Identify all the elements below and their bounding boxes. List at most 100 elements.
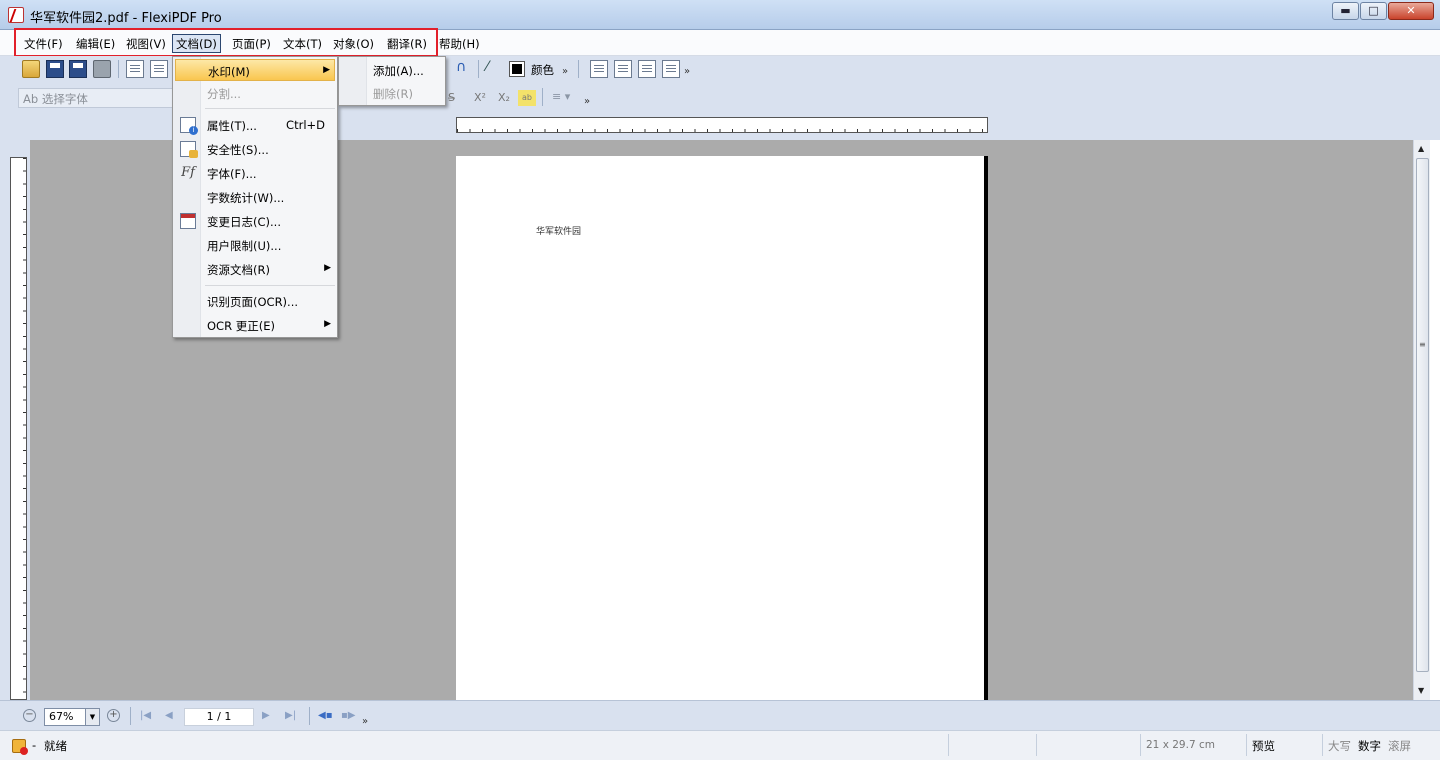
horizontal-ruler <box>456 117 988 133</box>
menu-item-add-watermark[interactable]: 添加(A)... <box>341 59 443 81</box>
previous-page-icon[interactable]: ◀ <box>165 710 173 721</box>
menu-separator <box>205 108 335 109</box>
scroll-down-icon[interactable]: ▼ <box>1418 686 1424 695</box>
menu-page[interactable]: 页面(P) <box>228 34 275 53</box>
menu-item-resource-documents[interactable]: 资源文档(R) ▶ <box>175 258 335 280</box>
toolbar-separator <box>309 707 310 725</box>
save-as-icon[interactable] <box>69 60 87 78</box>
toolbar-overflow-icon[interactable]: » <box>562 66 568 77</box>
save-icon[interactable] <box>46 60 64 78</box>
toolbar-overflow-icon[interactable]: » <box>584 96 590 107</box>
menu-item-label: OCR 更正(E) <box>207 319 275 333</box>
minimize-button[interactable]: ▬ <box>1332 2 1359 20</box>
zoom-in-icon[interactable]: + <box>107 709 120 722</box>
submenu-arrow-icon: ▶ <box>324 319 331 329</box>
app-logo-icon <box>8 7 24 23</box>
status-divider <box>1246 734 1247 756</box>
last-page-icon[interactable]: ▶| <box>285 710 296 721</box>
watermark-submenu: 添加(A)... 删除(R) <box>338 56 446 106</box>
close-icon: ✕ <box>1406 4 1416 17</box>
font-icon: Ff <box>181 165 195 180</box>
navigation-bar: − 67% ▼ + |◀ ◀ 1 / 1 ▶ ▶| ◀▪ ▪▶ » <box>0 700 1440 730</box>
color-swatch-icon[interactable] <box>509 61 525 77</box>
submenu-arrow-icon: ▶ <box>324 263 331 273</box>
menu-view[interactable]: 视图(V) <box>122 34 170 53</box>
menu-item-user-restrictions[interactable]: 用户限制(U)... <box>175 234 335 256</box>
menu-item-security[interactable]: 安全性(S)... <box>175 138 335 160</box>
superscript-icon[interactable]: X² <box>474 91 486 104</box>
status-divider <box>948 734 949 756</box>
page-edit-icon[interactable] <box>638 60 656 78</box>
maximize-icon: □ <box>1368 4 1379 17</box>
status-divider <box>1036 734 1037 756</box>
status-dash: - <box>32 738 37 752</box>
open-folder-icon[interactable] <box>22 60 40 78</box>
menu-item-word-count[interactable]: 字数统计(W)... <box>175 186 335 208</box>
menu-help[interactable]: 帮助(H) <box>435 34 484 53</box>
zoom-value: 67% <box>49 710 74 723</box>
toolbar-separator <box>130 707 131 725</box>
eyedropper-icon[interactable]: ⁄ <box>486 59 504 77</box>
next-page-icon[interactable]: ▶ <box>262 710 270 721</box>
menu-document[interactable]: 文档(D) <box>172 34 221 53</box>
page-rotate-icon[interactable] <box>590 60 608 78</box>
menu-item-label: 字数统计(W)... <box>207 191 285 205</box>
menu-object[interactable]: 对象(O) <box>329 34 378 53</box>
forward-view-icon[interactable]: ▪▶ <box>341 710 355 721</box>
properties-icon <box>180 117 198 135</box>
page-text[interactable]: 华军软件园 <box>536 224 581 237</box>
num-lock-indicator: 数字 <box>1358 739 1381 753</box>
menu-item-label: 用户限制(U)... <box>207 239 282 253</box>
subscript-icon[interactable]: X₂ <box>498 91 510 104</box>
color-label[interactable]: 颜色 <box>531 62 554 78</box>
font-selector[interactable]: Ab 选择字体 <box>18 88 178 108</box>
menu-item-label: 字体(F)... <box>207 167 257 181</box>
vertical-scrollbar[interactable]: ▲ ≡ ▼ <box>1413 140 1430 700</box>
first-page-icon[interactable]: |◀ <box>140 710 151 721</box>
caps-lock-indicator: 大写 <box>1328 739 1351 753</box>
menu-text[interactable]: 文本(T) <box>279 34 326 53</box>
status-text: 就绪 <box>44 739 67 753</box>
print-icon[interactable] <box>93 60 111 78</box>
back-view-icon[interactable]: ◀▪ <box>318 710 332 721</box>
menu-file[interactable]: 文件(F) <box>20 34 67 53</box>
page-view-icon[interactable] <box>126 60 144 78</box>
maximize-button[interactable]: □ <box>1360 2 1387 20</box>
zoom-out-icon[interactable]: − <box>23 709 36 722</box>
highlight-text-icon[interactable]: ab <box>518 90 536 106</box>
scroll-lock-indicator: 滚屏 <box>1388 739 1411 753</box>
menu-item-ocr[interactable]: 识别页面(OCR)... <box>175 290 335 312</box>
scroll-up-icon[interactable]: ▲ <box>1418 144 1424 153</box>
page-delete-icon[interactable] <box>662 60 680 78</box>
menu-edit[interactable]: 编辑(E) <box>72 34 119 53</box>
scroll-thumb[interactable] <box>1416 158 1429 672</box>
title-bar: 华军软件园2.pdf - FlexiPDF Pro ▬ □ ✕ <box>0 0 1440 30</box>
zoom-selector[interactable]: 67% ▼ <box>44 708 100 726</box>
window-title: 华军软件园2.pdf - FlexiPDF Pro <box>30 11 222 26</box>
menu-item-split: 分割... <box>175 82 335 104</box>
text-view-icon[interactable] <box>150 60 168 78</box>
calendar-icon <box>180 213 196 229</box>
link-icon[interactable]: ∩ <box>456 59 474 77</box>
toolbar-overflow-icon[interactable]: » <box>684 66 690 77</box>
strikethrough-icon[interactable]: S̶ <box>448 91 455 104</box>
menu-item-fonts[interactable]: Ff 字体(F)... <box>175 162 335 184</box>
scroll-grip-icon: ≡ <box>1419 340 1426 349</box>
page-number-input[interactable]: 1 / 1 <box>184 708 254 726</box>
menu-item-properties[interactable]: 属性(T)... Ctrl+D <box>175 114 335 136</box>
align-icon[interactable]: ≡ ▾ <box>552 90 570 103</box>
toolbar-overflow-icon[interactable]: » <box>362 716 368 727</box>
page-insert-icon[interactable] <box>614 60 632 78</box>
close-button[interactable]: ✕ <box>1388 2 1434 20</box>
pdf-page[interactable]: 华军软件园 <box>456 156 988 700</box>
vertical-ruler <box>10 157 27 700</box>
menu-item-ocr-correction[interactable]: OCR 更正(E) ▶ <box>175 314 335 336</box>
window-controls: ▬ □ ✕ <box>1331 2 1434 20</box>
menu-bar: 文件(F) 编辑(E) 视图(V) 文档(D) 页面(P) 文本(T) 对象(O… <box>0 30 1440 56</box>
menu-item-watermark[interactable]: 水印(M) ▶ <box>175 59 335 81</box>
chevron-down-icon[interactable]: ▼ <box>85 709 99 725</box>
menu-item-label: 分割... <box>207 87 241 101</box>
menu-item-label: 变更日志(C)... <box>207 215 281 229</box>
menu-translate[interactable]: 翻译(R) <box>383 34 431 53</box>
menu-item-change-log[interactable]: 变更日志(C)... <box>175 210 335 232</box>
